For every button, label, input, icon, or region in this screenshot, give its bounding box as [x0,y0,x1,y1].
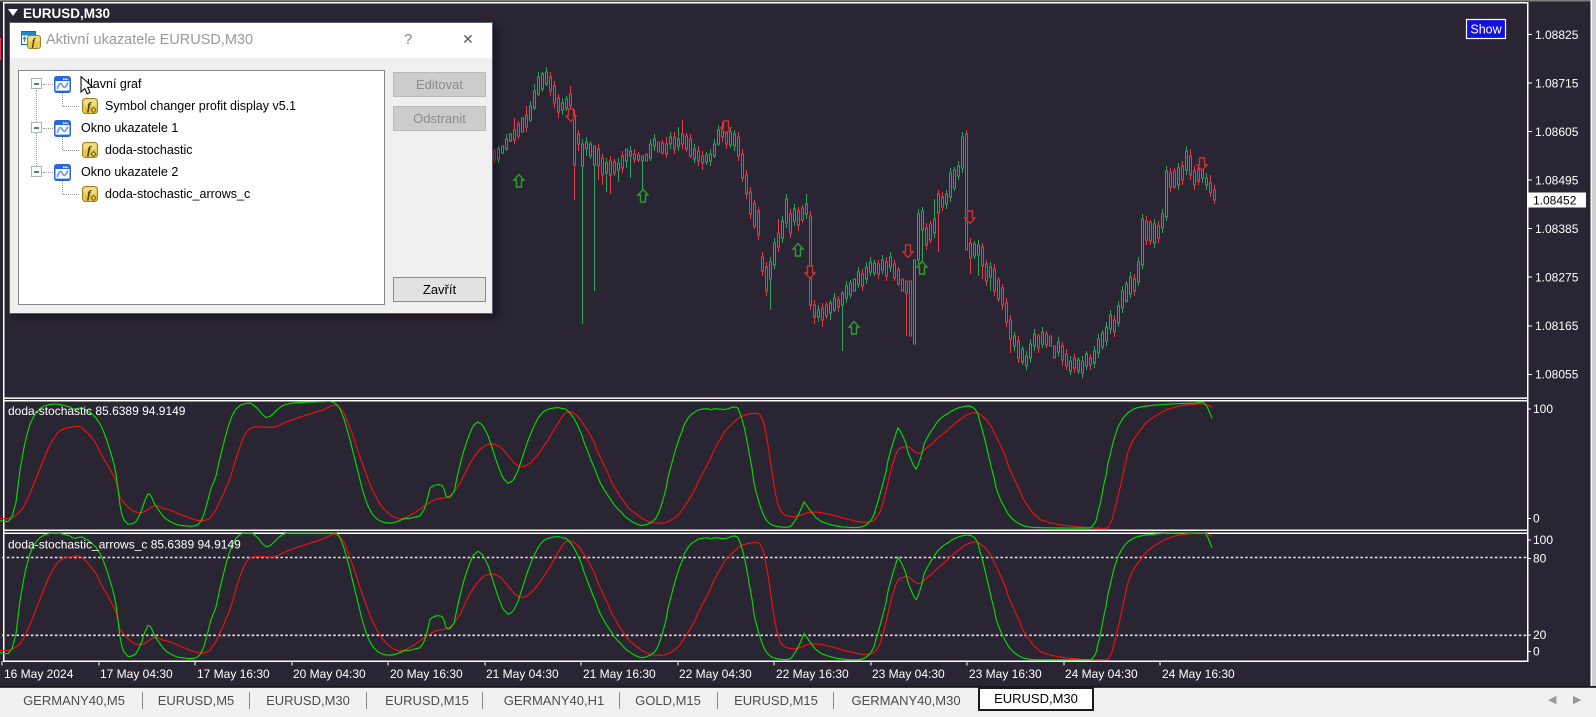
svg-text:22 May 16:30: 22 May 16:30 [776,667,849,681]
svg-text:100: 100 [1533,402,1553,416]
svg-text:16 May 2024: 16 May 2024 [4,667,74,681]
svg-text:24 May 16:30: 24 May 16:30 [1162,667,1235,681]
svg-text:21 May 04:30: 21 May 04:30 [486,667,559,681]
svg-text:100: 100 [1533,533,1553,547]
svg-text:17 May 04:30: 17 May 04:30 [100,667,173,681]
svg-text:EURUSD,M30: EURUSD,M30 [23,6,110,21]
svg-text:1.08275: 1.08275 [1535,270,1579,284]
svg-text:1.08495: 1.08495 [1535,173,1579,187]
svg-text:1.08715: 1.08715 [1535,76,1579,90]
svg-text:20: 20 [1533,628,1547,642]
svg-text:20 May 04:30: 20 May 04:30 [293,667,366,681]
svg-text:23 May 04:30: 23 May 04:30 [872,667,945,681]
svg-text:1.08055: 1.08055 [1535,368,1579,382]
svg-text:doda-stochastic 85.6389 94.914: doda-stochastic 85.6389 94.9149 [8,404,186,418]
svg-text:0: 0 [1533,512,1540,526]
svg-text:24 May 04:30: 24 May 04:30 [1065,667,1138,681]
svg-text:doda-stochastic_arrows_c 85.63: doda-stochastic_arrows_c 85.6389 94.9149 [8,538,241,552]
svg-text:1.08452: 1.08452 [1533,194,1577,208]
svg-text:17 May 16:30: 17 May 16:30 [197,667,270,681]
svg-text:23 May 16:30: 23 May 16:30 [969,667,1042,681]
svg-text:1.08825: 1.08825 [1535,28,1579,42]
svg-text:0: 0 [1533,645,1540,659]
svg-text:1.08165: 1.08165 [1535,319,1579,333]
svg-text:Show: Show [1470,23,1502,37]
svg-text:20 May 16:30: 20 May 16:30 [390,667,463,681]
svg-text:1.08605: 1.08605 [1535,125,1579,139]
svg-text:22 May 04:30: 22 May 04:30 [679,667,752,681]
svg-text:1.08385: 1.08385 [1535,222,1579,236]
svg-text:80: 80 [1533,552,1547,566]
svg-text:21 May 16:30: 21 May 16:30 [583,667,656,681]
